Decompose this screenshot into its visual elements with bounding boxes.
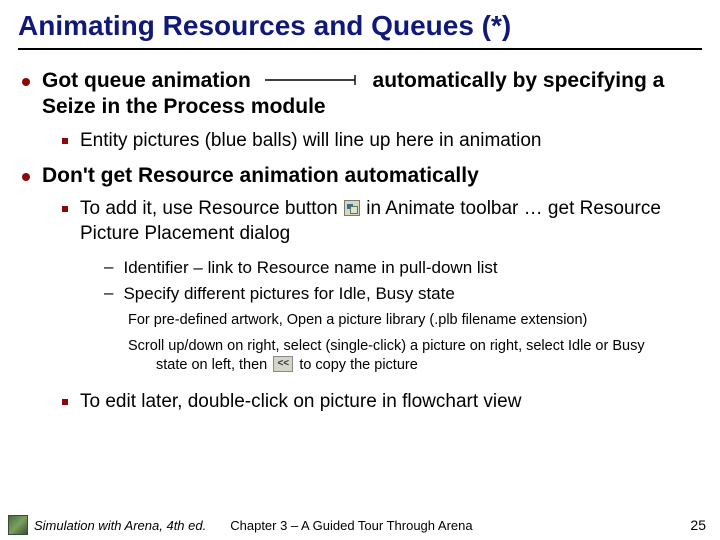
bullet-1-1: Entity pictures (blue balls) will line u… <box>62 129 702 154</box>
note-2: Scroll up/down on right, select (single-… <box>128 337 702 376</box>
slide-title: Animating Resources and Queues (*) <box>18 10 702 42</box>
bullet-2-2: To edit later, double-click on picture i… <box>62 390 702 415</box>
bullet-2-1b: – Specify different pictures for Idle, B… <box>104 283 702 305</box>
title-rule <box>18 48 702 50</box>
bullet-2: Don't get Resource animation automatical… <box>22 163 702 189</box>
bullet-square-icon <box>62 206 68 212</box>
bullet-dot-icon <box>22 173 30 181</box>
bullet-2-1a-text: Identifier – link to Resource name in pu… <box>123 257 702 279</box>
bullet-2-1b-text: Specify different pictures for Idle, Bus… <box>123 283 702 305</box>
note-1: For pre-defined artwork, Open a picture … <box>128 311 702 331</box>
dash-icon: – <box>104 257 113 277</box>
footer-page-number: 25 <box>690 517 706 533</box>
bullet-1: Got queue animation automatically by spe… <box>22 68 702 121</box>
book-thumbnail-icon <box>8 515 28 535</box>
b2s1-pre: To add it, use Resource button <box>80 198 338 219</box>
bullet-2-1a: – Identifier – link to Resource name in … <box>104 257 702 279</box>
note-2b: state on left, then <box>156 357 267 373</box>
bullet-2-1: To add it, use Resource button in Animat… <box>62 197 702 246</box>
bullet-1-text: Got queue animation automatically by spe… <box>42 68 702 121</box>
resource-button-icon <box>344 200 360 216</box>
bullet-dot-icon <box>22 78 30 86</box>
bullet-2-2-text: To edit later, double-click on picture i… <box>80 390 702 415</box>
b1-pre: Got queue animation <box>42 69 251 92</box>
note-2a: Scroll up/down on right, select (single-… <box>128 338 645 354</box>
footer-book: Simulation with Arena, 4th ed. <box>34 518 206 533</box>
dash-icon: – <box>104 283 113 303</box>
bullet-2-text: Don't get Resource animation automatical… <box>42 163 702 189</box>
bullet-2-1-text: To add it, use Resource button in Animat… <box>80 197 702 246</box>
bullet-square-icon <box>62 138 68 144</box>
note-2c: to copy the picture <box>299 357 418 373</box>
copy-left-button-icon: << <box>273 356 293 372</box>
bullet-1-1-text: Entity pictures (blue balls) will line u… <box>80 129 702 154</box>
footer-chapter: Chapter 3 – A Guided Tour Through Arena <box>230 518 472 533</box>
queue-line-icon <box>263 74 361 86</box>
bullet-square-icon <box>62 399 68 405</box>
slide-footer: Simulation with Arena, 4th ed. Chapter 3… <box>0 510 720 540</box>
